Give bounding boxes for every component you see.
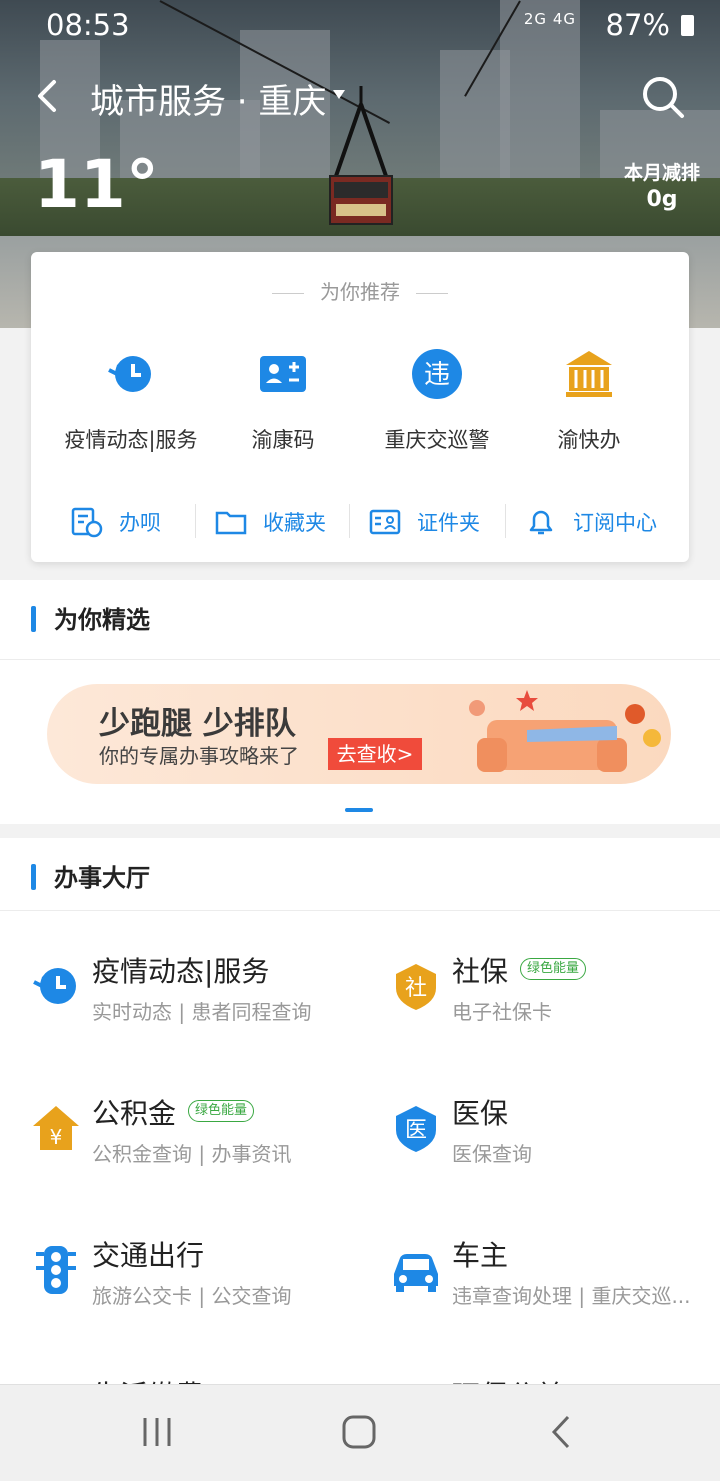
id-card-icon — [369, 509, 401, 535]
banner-title: 少跑腿 少排队 — [99, 706, 296, 742]
hall-item-medical-insurance[interactable]: 医 医保 医保查询 — [390, 1092, 720, 1202]
hall-item-housing-fund[interactable]: ¥ 公积金 绿色能量 公积金查询 | 办事资讯 — [30, 1092, 370, 1202]
battery-icon — [681, 15, 694, 36]
recommend-heading: 为你推荐 — [31, 276, 689, 305]
carousel-indicator — [345, 808, 373, 812]
tool-label: 订阅中心 — [573, 511, 657, 535]
service-yukangma[interactable]: 渝康码 — [203, 348, 363, 454]
hall-item-name-wrap: 社保 绿色能量 — [452, 950, 587, 990]
emission-summary[interactable]: 本月减排 0g — [624, 158, 700, 212]
service-label: 渝快办 — [557, 428, 621, 452]
signal-icon: 2G 4G — [523, 10, 576, 28]
hall-item-name: 医保 — [452, 1097, 509, 1130]
id-card-plus-icon — [260, 356, 306, 392]
system-nav-bar — [0, 1384, 720, 1481]
tool-subscribe[interactable]: 订阅中心 — [525, 502, 657, 542]
hall-item-sub: 实时动态 | 患者同程查询 — [92, 1000, 312, 1024]
svg-text:违: 违 — [424, 360, 450, 390]
social-security-shield-icon: 社 — [396, 964, 436, 1010]
banner-subtitle: 你的专属办事攻略来了 — [99, 744, 299, 768]
hall-item-name: 公积金 — [92, 1097, 177, 1130]
service-label: 疫情动态|服务 — [64, 428, 198, 452]
hall-item-name: 疫情动态|服务 — [92, 955, 270, 988]
hall-item-social-security[interactable]: 社 社保 绿色能量 电子社保卡 — [390, 950, 720, 1060]
nav-back-icon[interactable] — [544, 1413, 578, 1451]
back-icon[interactable] — [30, 78, 66, 114]
home-icon[interactable] — [340, 1413, 378, 1451]
status-bar: 08:53 2G 4G 87% — [0, 0, 720, 48]
document-clock-icon — [71, 507, 103, 538]
hall-item-name: 车主 — [452, 1239, 509, 1272]
service-traffic-police[interactable]: 违 重庆交巡警 — [357, 348, 517, 454]
violation-icon: 违 — [412, 349, 462, 399]
green-energy-badge: 绿色能量 — [520, 958, 587, 980]
service-label: 渝康码 — [251, 428, 315, 452]
hall-item-epidemic[interactable]: 疫情动态|服务 实时动态 | 患者同程查询 — [30, 950, 370, 1060]
temperature: 11° — [34, 146, 159, 223]
service-yukuaiban[interactable]: 渝快办 — [509, 348, 669, 454]
green-energy-badge: 绿色能量 — [188, 1100, 255, 1122]
banner-cta-button[interactable]: 去查收> — [328, 738, 422, 770]
service-epidemic[interactable]: 疫情动态|服务 — [51, 348, 211, 454]
tool-label: 证件夹 — [417, 511, 480, 535]
sofa-illustration-icon — [469, 690, 661, 772]
city-title[interactable]: 城市服务 · 重庆 — [90, 74, 326, 123]
hall-item-sub: 公积金查询 | 办事资讯 — [92, 1142, 292, 1166]
section-title: 为你精选 — [54, 606, 150, 634]
car-icon — [394, 1254, 438, 1292]
housing-fund-house-icon: ¥ — [33, 1106, 79, 1150]
city-dropdown-icon[interactable] — [333, 90, 345, 99]
tool-label: 办呗 — [119, 511, 161, 535]
section-title: 办事大厅 — [54, 864, 150, 892]
bell-icon — [529, 510, 553, 535]
traffic-light-icon — [36, 1246, 76, 1294]
service-label: 重庆交巡警 — [384, 428, 490, 452]
recent-apps-icon[interactable] — [140, 1415, 174, 1449]
promo-banner[interactable]: 少跑腿 少排队 你的专属办事攻略来了 去查收> — [47, 684, 671, 784]
svg-text:医: 医 — [405, 1118, 427, 1143]
battery-percent: 87% — [605, 8, 670, 42]
tool-id-folder[interactable]: 证件夹 — [369, 502, 480, 542]
clock-refresh-icon — [108, 356, 151, 392]
tool-favorites[interactable]: 收藏夹 — [215, 502, 326, 542]
hall-item-name: 交通出行 — [92, 1239, 205, 1272]
hall-item-sub: 旅游公交卡 | 公交查询 — [92, 1284, 292, 1308]
medical-insurance-shield-icon: 医 — [396, 1106, 436, 1152]
recommend-card: 为你推荐 疫情动态|服务 渝康码 违 重庆交巡警 渝快办 办呗 收藏夹 证件夹 … — [31, 252, 689, 562]
status-time: 08:53 — [46, 8, 130, 42]
hall-item-sub: 医保查询 — [452, 1142, 532, 1166]
search-icon[interactable] — [640, 74, 686, 120]
government-building-icon — [566, 351, 612, 397]
folder-icon — [215, 511, 247, 535]
emission-value: 0g — [646, 187, 678, 212]
hall-item-car-owner[interactable]: 车主 违章查询处理 | 重庆交巡... — [390, 1234, 720, 1344]
hall-item-name-wrap: 公积金 绿色能量 — [92, 1092, 255, 1132]
hall-item-name: 社保 — [452, 955, 509, 988]
cable-car-image — [329, 86, 393, 225]
svg-text:社: 社 — [405, 976, 427, 1001]
hall-item-transport[interactable]: 交通出行 旅游公交卡 | 公交查询 — [30, 1234, 370, 1344]
hall-item-sub: 违章查询处理 | 重庆交巡... — [452, 1284, 691, 1308]
emission-label: 本月减排 — [623, 162, 700, 184]
tool-label: 收藏夹 — [263, 511, 326, 535]
svg-text:¥: ¥ — [50, 1125, 63, 1149]
hall-item-sub: 电子社保卡 — [452, 1000, 552, 1024]
clock-refresh-icon — [33, 968, 76, 1004]
tool-banbei[interactable]: 办呗 — [71, 502, 161, 542]
